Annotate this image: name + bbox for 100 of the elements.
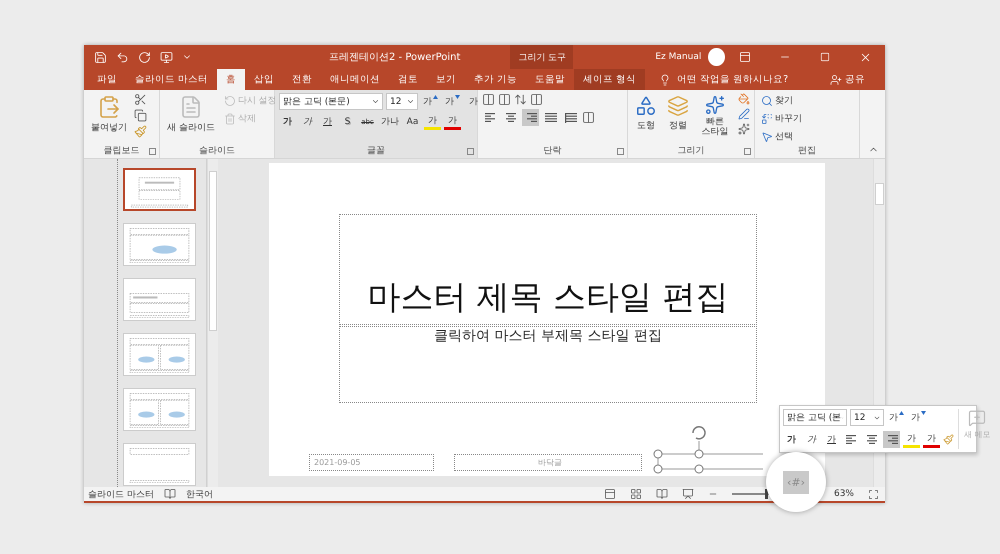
up-arrow-icon bbox=[433, 95, 438, 99]
ribbon-tab[interactable]: 슬라이드 마스터 bbox=[126, 69, 218, 90]
cut-icon[interactable] bbox=[134, 93, 147, 106]
align-icon bbox=[524, 112, 536, 122]
ribbon-tab[interactable]: 검토 bbox=[389, 69, 428, 90]
bold-button[interactable]: 가 bbox=[783, 431, 800, 448]
down-arrow-icon bbox=[455, 95, 460, 99]
color-button[interactable]: 가 bbox=[923, 431, 940, 448]
arrange-button[interactable]: 정렬 bbox=[664, 93, 692, 144]
slide-thumbnail[interactable] bbox=[123, 168, 196, 211]
align-icon bbox=[484, 112, 496, 122]
slideshow-icon[interactable] bbox=[160, 50, 173, 64]
align-icon bbox=[846, 434, 858, 444]
quick-styles-button[interactable]: 빠른 스타일 bbox=[696, 93, 734, 144]
delete-icon bbox=[224, 112, 236, 124]
line-spacing-icon[interactable] bbox=[514, 93, 527, 106]
group-label: 글꼴 bbox=[366, 145, 386, 158]
dialog-launcher-icon[interactable] bbox=[149, 148, 156, 155]
bold-button[interactable]: 가 bbox=[279, 113, 296, 130]
reset-icon bbox=[224, 94, 236, 106]
slide-subtitle: 클릭하여 마스터 부제목 스타일 편집 bbox=[433, 327, 663, 345]
case-button[interactable]: Aa bbox=[404, 113, 421, 130]
account-name[interactable]: Ez Manual bbox=[655, 52, 702, 62]
quick-styles-icon bbox=[705, 95, 725, 115]
select-button[interactable]: 선택 bbox=[759, 129, 804, 144]
replace-button[interactable]: 바꾸기 bbox=[759, 111, 804, 126]
color-button[interactable]: 가 bbox=[444, 113, 461, 130]
maximize-icon bbox=[820, 52, 830, 62]
underline-button[interactable]: 가 bbox=[823, 431, 840, 448]
font-size-field[interactable]: 12 bbox=[386, 93, 418, 110]
format-painter-icon[interactable] bbox=[943, 434, 954, 445]
ribbon-tab[interactable]: 홈 bbox=[217, 69, 246, 90]
ribbon-tab[interactable]: 애니메이션 bbox=[321, 69, 390, 90]
dialog-launcher-icon[interactable] bbox=[617, 148, 624, 155]
ribbon-tab[interactable]: 전환 bbox=[283, 69, 322, 90]
ribbon-tab[interactable]: 셰이프 형식 bbox=[574, 69, 646, 90]
columns-icon[interactable] bbox=[582, 111, 595, 124]
slide-title: 마스터 제목 스타일 편집 bbox=[366, 276, 730, 318]
down-arrow-icon bbox=[921, 411, 926, 415]
save-icon[interactable] bbox=[94, 50, 107, 64]
up-arrow-icon bbox=[899, 411, 904, 415]
selected-placeholder-drawing[interactable] bbox=[653, 423, 763, 475]
slideshow-view-icon[interactable] bbox=[682, 488, 694, 500]
font-size-field[interactable]: 12 bbox=[850, 409, 884, 426]
fit-slide-icon[interactable] bbox=[868, 488, 879, 500]
lightbulb-icon bbox=[659, 74, 672, 86]
shadow-button[interactable]: S bbox=[339, 113, 356, 130]
italic-button[interactable]: 가 bbox=[299, 113, 316, 130]
shrink-button[interactable]: 가 bbox=[443, 93, 462, 110]
share-button[interactable]: 공유 bbox=[824, 69, 871, 90]
person-icon bbox=[830, 74, 842, 86]
normal-view-icon[interactable] bbox=[604, 488, 616, 500]
font-name-field[interactable]: 맑은 고딕 (본문) bbox=[279, 93, 383, 110]
ribbon-tab[interactable]: 추가 기능 bbox=[465, 69, 526, 90]
avatar[interactable] bbox=[708, 48, 725, 66]
group-label: 슬라이드 bbox=[198, 145, 236, 158]
zoom-percentage[interactable]: 63% bbox=[834, 489, 854, 499]
font-name-field[interactable]: 맑은 고딕 (본 bbox=[783, 409, 847, 426]
zoom-thumb[interactable] bbox=[764, 489, 768, 499]
find-icon bbox=[761, 94, 773, 106]
grow-button[interactable]: 가 bbox=[421, 93, 440, 110]
highlight-button[interactable]: 가 bbox=[424, 113, 441, 130]
shape-effects-icon[interactable] bbox=[738, 123, 750, 135]
scrollbar[interactable] bbox=[207, 159, 218, 487]
find-button[interactable]: 찾기 bbox=[759, 93, 804, 108]
shrink-button[interactable]: 가 bbox=[909, 409, 928, 426]
ribbon-display-icon bbox=[739, 51, 751, 63]
dialog-launcher-icon[interactable] bbox=[467, 148, 474, 155]
align-icon bbox=[886, 434, 898, 444]
spacing-button[interactable]: 가나 bbox=[379, 113, 401, 130]
undo-icon[interactable] bbox=[116, 50, 129, 64]
align-right-button[interactable] bbox=[883, 431, 900, 448]
sorter-view-icon[interactable] bbox=[630, 488, 642, 500]
shape-fill-icon[interactable] bbox=[738, 93, 750, 105]
group-label: 클립보드 bbox=[102, 145, 140, 158]
shapes-button[interactable]: 도형 bbox=[632, 93, 660, 144]
ribbon-tab[interactable]: 삽입 bbox=[245, 69, 284, 90]
select-icon bbox=[761, 130, 773, 142]
language-label: 한국어 bbox=[186, 488, 213, 500]
redo-icon[interactable] bbox=[138, 50, 151, 64]
shape-outline-icon[interactable] bbox=[738, 108, 750, 120]
ribbon-tab[interactable]: 파일 bbox=[88, 69, 126, 90]
align-right-button[interactable] bbox=[522, 109, 539, 126]
reading-view-icon[interactable] bbox=[656, 488, 668, 500]
group-label: 단락 bbox=[542, 145, 562, 158]
tell-me-search[interactable]: 어떤 작업을 원하시나요? bbox=[653, 69, 794, 90]
align-icon bbox=[564, 112, 576, 122]
align-icon bbox=[504, 112, 516, 122]
grow-button[interactable]: 가 bbox=[887, 409, 906, 426]
italic-button[interactable]: 가 bbox=[803, 431, 820, 448]
align-icon bbox=[544, 112, 556, 122]
new-slide-button[interactable]: 새 슬라이드 bbox=[164, 93, 218, 144]
ribbon-tab[interactable]: 도움말 bbox=[526, 69, 574, 90]
dialog-launcher-icon[interactable] bbox=[744, 148, 751, 155]
highlight-button[interactable]: 가 bbox=[903, 431, 920, 448]
ribbon-tab[interactable]: 보기 bbox=[427, 69, 466, 90]
underline-button[interactable]: 가 bbox=[319, 113, 336, 130]
paste-button[interactable]: 붙여넣기 bbox=[88, 93, 130, 144]
clear-button[interactable]: 가 bbox=[465, 93, 482, 110]
copy-icon[interactable] bbox=[134, 109, 147, 122]
